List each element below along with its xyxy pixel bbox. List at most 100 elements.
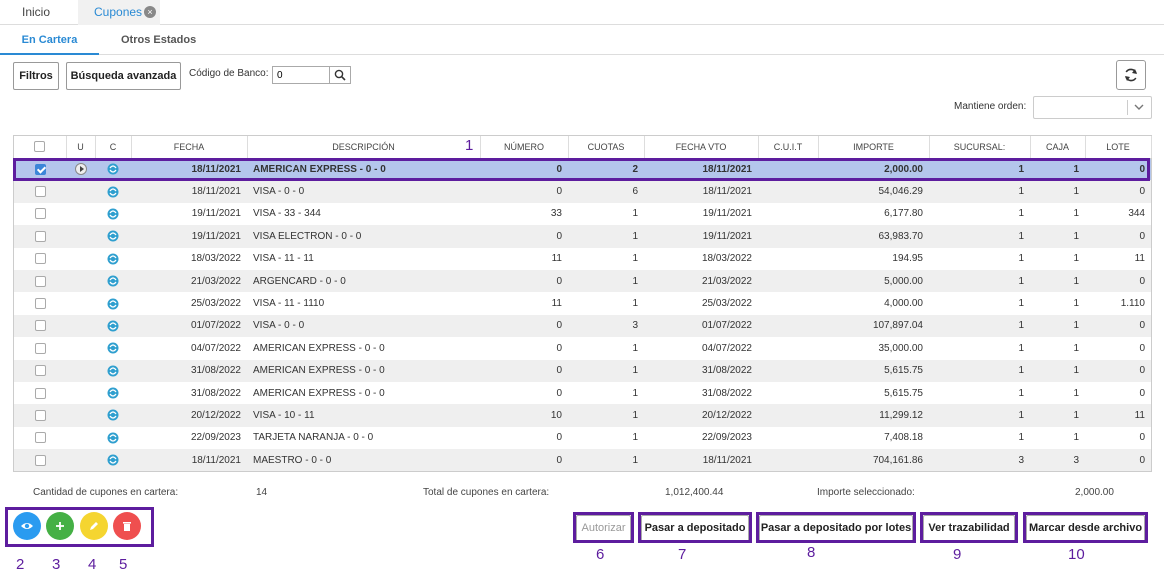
view-button[interactable] bbox=[13, 512, 41, 540]
expand-cell[interactable] bbox=[66, 359, 95, 382]
row-checkbox[interactable] bbox=[34, 454, 46, 466]
pasar-depositado-lotes-button[interactable]: Pasar a depositado por lotes bbox=[759, 515, 913, 542]
table-row[interactable]: 01/07/2022 VISA - 0 - 0 0 3 01/07/2022 107,89… bbox=[14, 314, 1151, 338]
cell-lote: 0 bbox=[1085, 426, 1151, 450]
row-checkbox[interactable] bbox=[34, 230, 46, 242]
row-checkbox-cell[interactable] bbox=[14, 202, 66, 226]
header-fecha-vto[interactable]: FECHA VTO bbox=[644, 136, 759, 159]
expand-cell[interactable] bbox=[66, 225, 95, 248]
row-checkbox[interactable] bbox=[34, 253, 46, 265]
row-checkbox-cell[interactable] bbox=[14, 247, 66, 270]
tab-inicio[interactable]: Inicio bbox=[22, 0, 50, 25]
header-caja[interactable]: CAJA bbox=[1030, 136, 1086, 159]
annotation-9: 9 bbox=[953, 546, 962, 563]
row-checkbox[interactable] bbox=[34, 208, 46, 220]
annotation-8: 8 bbox=[807, 544, 816, 561]
header-numero[interactable]: NÚMERO bbox=[480, 136, 569, 159]
row-checkbox-cell[interactable] bbox=[14, 426, 66, 450]
annotation-4: 4 bbox=[88, 556, 97, 573]
row-checkbox-cell[interactable] bbox=[14, 314, 66, 338]
table-row[interactable]: 18/11/2021 AMERICAN EXPRESS - 0 - 0 0 2 18/1… bbox=[14, 158, 1151, 181]
select-all-checkbox[interactable] bbox=[34, 141, 46, 153]
codigo-search-button[interactable] bbox=[330, 66, 351, 84]
header-lote[interactable]: LOTE bbox=[1085, 136, 1152, 159]
expand-cell[interactable] bbox=[66, 158, 95, 181]
refresh-button[interactable] bbox=[1116, 60, 1146, 90]
filtros-button[interactable]: Filtros bbox=[13, 62, 59, 90]
row-checkbox[interactable] bbox=[34, 297, 46, 309]
table-row[interactable]: 31/08/2022 AMERICAN EXPRESS - 0 - 0 0 1 31/0… bbox=[14, 359, 1151, 382]
table-row[interactable]: 31/08/2022 AMERICAN EXPRESS - 0 - 0 0 1 31/0… bbox=[14, 381, 1151, 405]
ver-trazabilidad-button[interactable]: Ver trazabilidad bbox=[923, 515, 1015, 542]
row-checkbox[interactable] bbox=[34, 432, 46, 444]
expand-cell[interactable] bbox=[66, 202, 95, 226]
busqueda-avanzada-button[interactable]: Búsqueda avanzada bbox=[66, 62, 181, 90]
header-select-all[interactable] bbox=[14, 136, 67, 159]
row-checkbox[interactable] bbox=[34, 409, 46, 421]
row-checkbox[interactable] bbox=[34, 387, 46, 399]
header-c[interactable]: C bbox=[95, 136, 132, 159]
expand-cell[interactable] bbox=[66, 269, 95, 293]
mantiene-orden-select[interactable] bbox=[1033, 96, 1152, 119]
expand-cell[interactable] bbox=[66, 426, 95, 450]
table-row[interactable]: 04/07/2022 AMERICAN EXPRESS - 0 - 0 0 1 04/0… bbox=[14, 337, 1151, 360]
header-sucursal[interactable]: SUCURSAL: bbox=[929, 136, 1031, 159]
table-row[interactable]: 21/03/2022 ARGENCARD - 0 - 0 0 1 21/03/2022 5… bbox=[14, 269, 1151, 293]
pencil-icon bbox=[90, 522, 98, 530]
header-cuotas[interactable]: CUOTAS bbox=[568, 136, 645, 159]
add-button[interactable] bbox=[46, 512, 74, 540]
header-cuit[interactable]: C.U.I.T bbox=[758, 136, 819, 159]
pasar-depositado-button[interactable]: Pasar a depositado bbox=[641, 515, 749, 542]
row-checkbox[interactable] bbox=[34, 163, 46, 175]
codigo-banco-input[interactable] bbox=[272, 66, 330, 84]
row-checkbox-cell[interactable] bbox=[14, 225, 66, 248]
autorizar-button[interactable]: Autorizar bbox=[576, 515, 631, 542]
close-icon[interactable]: × bbox=[144, 6, 156, 18]
expand-cell[interactable] bbox=[66, 337, 95, 360]
row-checkbox[interactable] bbox=[34, 275, 46, 287]
cell-lote: 11 bbox=[1085, 247, 1151, 270]
expand-cell[interactable] bbox=[66, 381, 95, 405]
table-row[interactable]: 22/09/2023 TARJETA NARANJA - 0 - 0 0 1 22/09… bbox=[14, 426, 1151, 450]
cell-fecha: 22/09/2023 bbox=[131, 426, 247, 450]
table-row[interactable]: 25/03/2022 VISA - 11 - 1110 11 1 25/03/2022 4… bbox=[14, 292, 1151, 315]
header-u[interactable]: U bbox=[66, 136, 96, 159]
table-row[interactable]: 19/11/2021 VISA ELECTRON - 0 - 0 0 1 19/11/2… bbox=[14, 225, 1151, 248]
edit-button[interactable] bbox=[80, 512, 108, 540]
table-row[interactable]: 19/11/2021 VISA - 33 - 344 33 1 19/11/2021 6,… bbox=[14, 202, 1151, 226]
expand-cell[interactable] bbox=[66, 404, 95, 427]
expand-cell[interactable] bbox=[66, 292, 95, 315]
table-row[interactable]: 18/03/2022 VISA - 11 - 11 11 1 18/03/2022 194… bbox=[14, 247, 1151, 270]
row-checkbox-cell[interactable] bbox=[14, 449, 66, 472]
delete-button[interactable] bbox=[113, 512, 141, 540]
expand-cell[interactable] bbox=[66, 180, 95, 203]
row-checkbox[interactable] bbox=[34, 342, 46, 354]
tab-otros-estados[interactable]: Otros Estados bbox=[121, 26, 196, 55]
table-row[interactable]: 18/11/2021 VISA - 0 - 0 0 6 18/11/2021 54,046… bbox=[14, 180, 1151, 203]
table-row[interactable]: 18/11/2021 MAESTRO - 0 - 0 0 1 18/11/2021 704… bbox=[14, 449, 1151, 472]
row-checkbox-cell[interactable] bbox=[14, 292, 66, 315]
header-descripcion[interactable]: DESCRIPCIÓN bbox=[247, 136, 481, 159]
tab-cupones[interactable]: Cupones × bbox=[78, 0, 160, 25]
cell-descripcion: TARJETA NARANJA - 0 - 0 bbox=[247, 426, 480, 450]
expand-cell[interactable] bbox=[66, 314, 95, 338]
marcar-desde-archivo-button[interactable]: Marcar desde archivo bbox=[1026, 515, 1145, 542]
header-importe[interactable]: IMPORTE bbox=[818, 136, 930, 159]
row-checkbox[interactable] bbox=[34, 320, 46, 332]
row-checkbox-cell[interactable] bbox=[14, 180, 66, 203]
expand-icon[interactable] bbox=[74, 163, 87, 176]
tab-en-cartera[interactable]: En Cartera bbox=[0, 26, 99, 55]
row-checkbox-cell[interactable] bbox=[14, 404, 66, 427]
importe-seleccionado-value: 2,000.00 bbox=[1075, 487, 1114, 498]
table-row[interactable]: 20/12/2022 VISA - 10 - 11 10 1 20/12/2022 11,… bbox=[14, 404, 1151, 427]
expand-cell[interactable] bbox=[66, 247, 95, 270]
row-checkbox-cell[interactable] bbox=[14, 381, 66, 405]
row-checkbox-cell[interactable] bbox=[14, 158, 66, 181]
expand-cell[interactable] bbox=[66, 449, 95, 472]
row-checkbox-cell[interactable] bbox=[14, 269, 66, 293]
row-checkbox-cell[interactable] bbox=[14, 359, 66, 382]
row-checkbox-cell[interactable] bbox=[14, 337, 66, 360]
row-checkbox[interactable] bbox=[34, 186, 46, 198]
header-fecha[interactable]: FECHA bbox=[131, 136, 248, 159]
row-checkbox[interactable] bbox=[34, 365, 46, 377]
